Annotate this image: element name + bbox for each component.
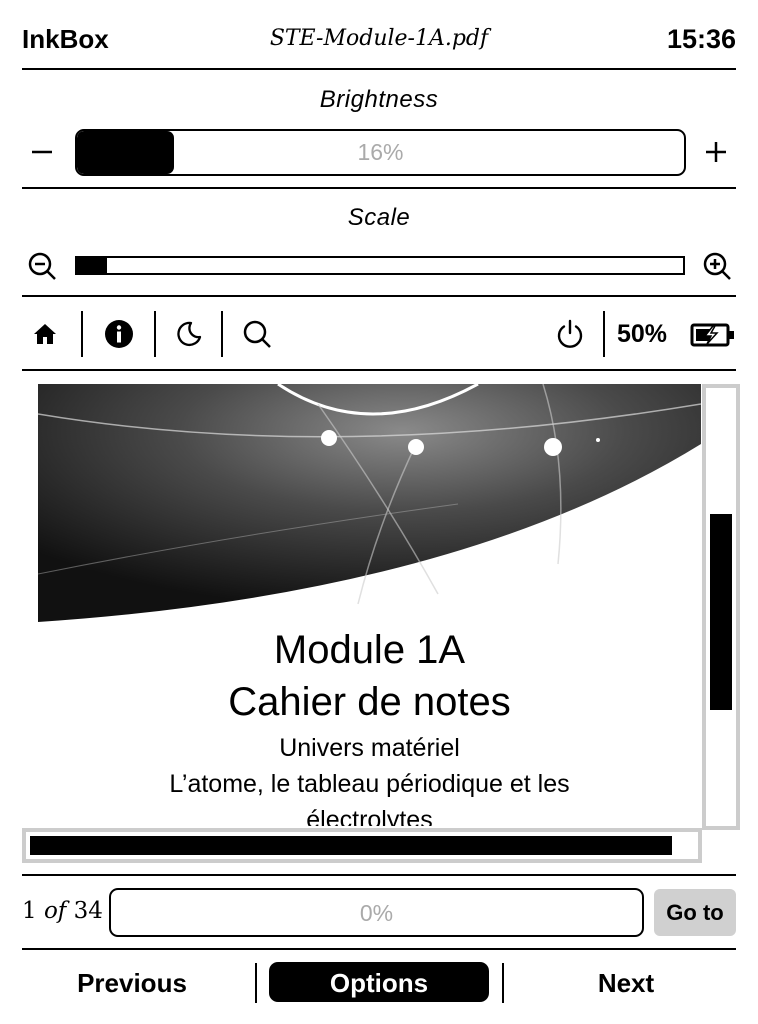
scale-slider[interactable] [75, 256, 685, 275]
file-name: STE-Module-1A.pdf [269, 26, 489, 51]
brightness-decrease-button[interactable] [22, 134, 62, 170]
toolbar-separator [221, 311, 223, 357]
document-title: Module 1A [273, 628, 466, 672]
document-subtitle: L’atome, le tableau périodique et les [169, 770, 570, 798]
brightness-slider[interactable]: 16% [75, 129, 686, 176]
brightness-increase-button[interactable] [696, 134, 736, 170]
document-title: Cahier de notes [228, 680, 511, 724]
document-subtitle: électrolytes [306, 806, 433, 826]
scale-slider-fill [77, 258, 108, 273]
divider [22, 948, 736, 950]
horizontal-scrollbar-thumb[interactable] [30, 836, 672, 855]
zoom-in-button[interactable] [699, 249, 735, 283]
zoom-out-button[interactable] [24, 249, 60, 283]
home-icon [34, 324, 56, 344]
document-page[interactable]: Module 1A Cahier de notes Univers matéri… [38, 384, 701, 826]
bottom-separator [502, 963, 504, 1003]
night-mode-button[interactable] [166, 314, 212, 354]
page-indicator: 1 of 34 [22, 898, 103, 924]
zoom-out-icon [28, 252, 56, 280]
home-button[interactable] [22, 314, 68, 354]
document-subtitle: Univers matériel [279, 734, 460, 762]
clock: 15:36 [666, 24, 736, 54]
horizontal-scrollbar[interactable] [22, 828, 702, 863]
search-button[interactable] [234, 314, 280, 354]
divider [22, 68, 736, 70]
power-button[interactable] [547, 314, 593, 354]
previous-button[interactable]: Previous [22, 962, 242, 1002]
minus-icon [32, 150, 52, 154]
search-icon [243, 320, 271, 348]
power-icon [557, 319, 583, 348]
bottom-separator [255, 963, 257, 1003]
zoom-in-icon [703, 252, 731, 280]
next-button[interactable]: Next [516, 962, 736, 1002]
plus-icon [706, 142, 726, 162]
page-progress-value: 0% [359, 900, 394, 926]
toolbar-separator [81, 311, 83, 357]
brightness-value: 16% [357, 139, 404, 165]
toolbar-separator [154, 311, 156, 357]
info-icon [105, 320, 133, 348]
go-to-button[interactable]: Go to [654, 889, 736, 936]
divider [22, 187, 736, 189]
cover-illustration [38, 384, 701, 622]
scale-label: Scale [347, 204, 411, 231]
page-of: of [43, 898, 67, 924]
vertical-scrollbar-thumb[interactable] [710, 513, 732, 710]
divider [22, 874, 736, 876]
vertical-scrollbar[interactable] [702, 384, 740, 830]
toolbar-separator [603, 311, 605, 357]
divider [22, 369, 736, 371]
battery-percentage: 50% [617, 320, 668, 348]
page-current: 1 [22, 898, 37, 924]
options-button[interactable]: Options [269, 962, 489, 1002]
info-button[interactable] [96, 314, 142, 354]
moon-icon [177, 321, 202, 347]
page-total: 34 [73, 898, 103, 924]
page-number-input[interactable]: 0% [109, 888, 644, 937]
divider [22, 295, 736, 297]
battery-charging-icon [690, 322, 736, 348]
brightness-label: Brightness [319, 86, 439, 113]
